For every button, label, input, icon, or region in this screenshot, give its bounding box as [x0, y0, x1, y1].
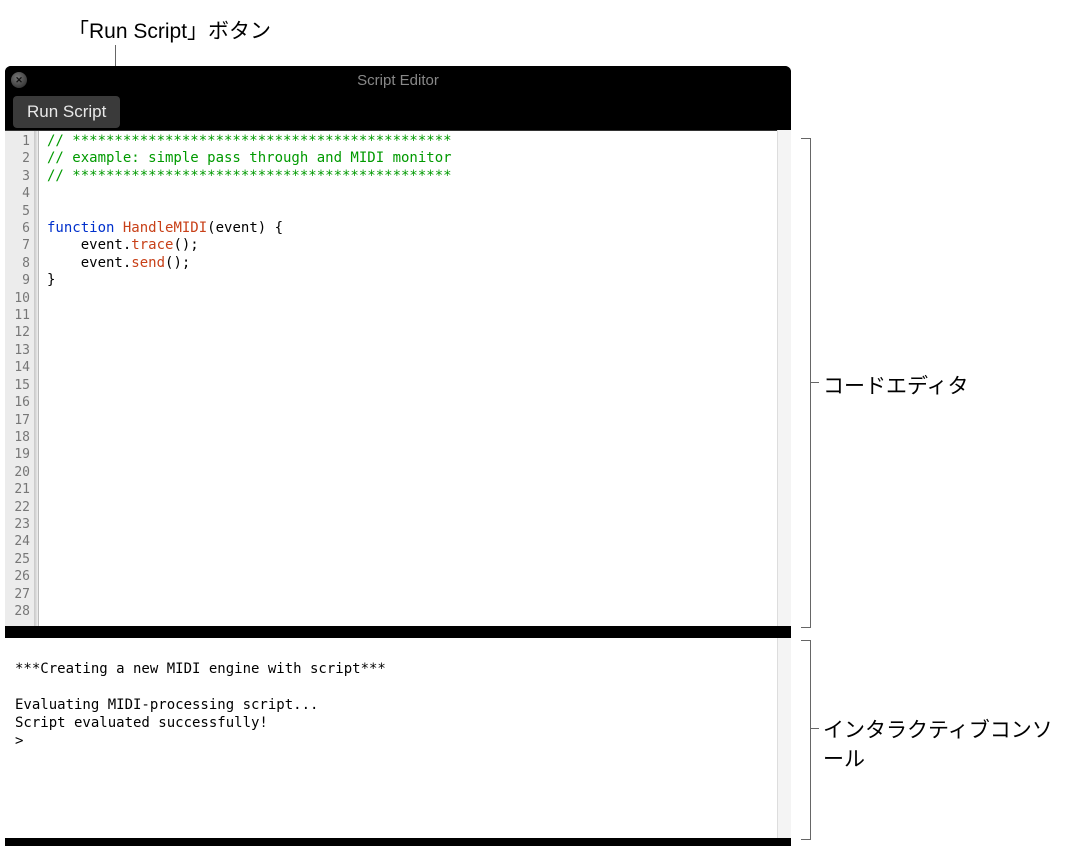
line-number: 2: [5, 150, 34, 167]
bracket-console: [801, 640, 811, 840]
line-number: 11: [5, 307, 34, 324]
line-number: 27: [5, 586, 34, 603]
line-number: 6: [5, 220, 34, 237]
code-editor[interactable]: 1234567891011121314151617181920212223242…: [5, 130, 791, 626]
line-number: 15: [5, 377, 34, 394]
line-number: 3: [5, 168, 34, 185]
code-line: [47, 185, 783, 202]
line-number: 8: [5, 255, 34, 272]
line-number: 14: [5, 359, 34, 376]
line-number: 25: [5, 551, 34, 568]
titlebar: Script Editor: [5, 66, 791, 94]
bracket-tick: [811, 382, 819, 383]
toolbar: Run Script: [5, 94, 791, 130]
window-title: Script Editor: [357, 72, 439, 89]
line-number: 19: [5, 446, 34, 463]
code-line: event.send();: [47, 255, 783, 272]
script-editor-window: Script Editor Run Script 123456789101112…: [5, 66, 791, 846]
line-number: 1: [5, 133, 34, 150]
line-number: 16: [5, 394, 34, 411]
line-number: 21: [5, 481, 34, 498]
code-line: event.trace();: [47, 237, 783, 254]
line-number: 23: [5, 516, 34, 533]
bracket-tick: [811, 728, 819, 729]
line-number: 28: [5, 603, 34, 620]
close-icon[interactable]: [11, 72, 27, 88]
bracket-editor: [801, 138, 811, 628]
line-number: 5: [5, 203, 34, 220]
callout-code-editor: コードエディタ: [823, 370, 969, 400]
line-number: 24: [5, 533, 34, 550]
line-number: 12: [5, 324, 34, 341]
line-number: 13: [5, 342, 34, 359]
line-number-gutter: 1234567891011121314151617181920212223242…: [5, 131, 35, 626]
line-number: 18: [5, 429, 34, 446]
code-line: [47, 203, 783, 220]
callout-console: インタラクティブコンソール: [823, 716, 1053, 775]
interactive-console[interactable]: ***Creating a new MIDI engine with scrip…: [5, 638, 791, 838]
line-number: 20: [5, 464, 34, 481]
run-script-button[interactable]: Run Script: [13, 96, 120, 128]
code-line: // example: simple pass through and MIDI…: [47, 150, 783, 167]
code-line: // *************************************…: [47, 133, 783, 150]
line-number: 22: [5, 499, 34, 516]
pane-divider[interactable]: [5, 626, 791, 638]
line-number: 9: [5, 272, 34, 289]
scrollbar-vertical-console[interactable]: [777, 638, 791, 838]
code-line: // *************************************…: [47, 168, 783, 185]
line-number: 7: [5, 237, 34, 254]
scrollbar-vertical[interactable]: [777, 130, 791, 626]
line-number: 17: [5, 412, 34, 429]
code-line: function HandleMIDI(event) {: [47, 220, 783, 237]
callout-run-button: 「Run Script」ボタン: [68, 15, 271, 45]
code-content[interactable]: // *************************************…: [39, 131, 791, 626]
line-number: 4: [5, 185, 34, 202]
line-number: 10: [5, 290, 34, 307]
line-number: 26: [5, 568, 34, 585]
code-line: }: [47, 272, 783, 289]
